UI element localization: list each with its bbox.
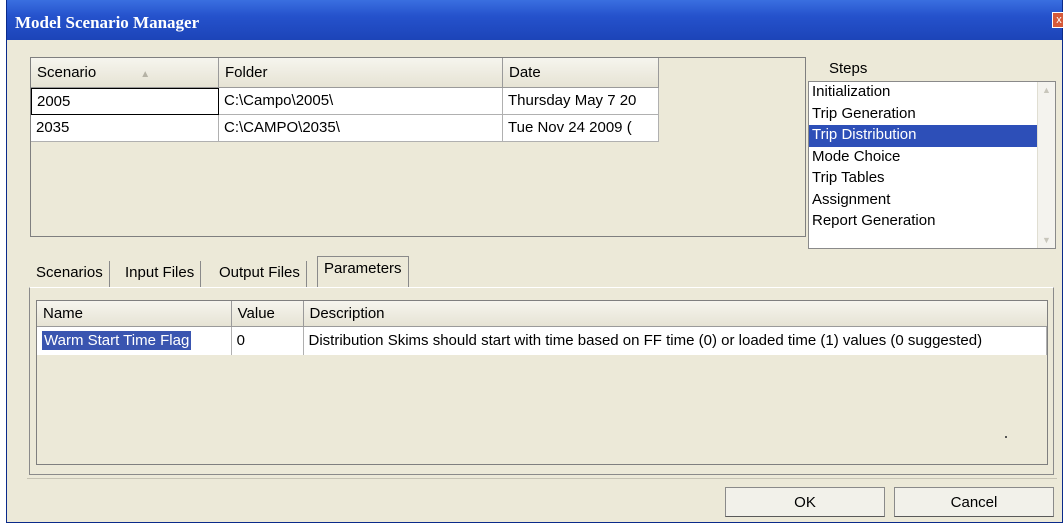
scenario-grid[interactable]: Scenario ▲ Folder Date 2005 C:\Campo\2005… — [30, 57, 806, 237]
title-bar[interactable]: Model Scenario Manager x — [7, 0, 1063, 40]
column-header-scenario[interactable]: Scenario ▲ — [31, 58, 219, 88]
tab-parameters[interactable]: Parameters — [317, 256, 409, 287]
parameter-name: Warm Start Time Flag — [42, 331, 192, 350]
close-icon[interactable]: x — [1052, 12, 1063, 28]
date-cell[interactable]: Thursday May 7 20 — [503, 88, 659, 115]
cancel-button[interactable]: Cancel — [894, 487, 1054, 517]
scenario-grid-body: 2005 C:\Campo\2005\ Thursday May 7 20 20… — [31, 88, 659, 142]
step-item-trip-generation[interactable]: Trip Generation — [809, 104, 1055, 126]
divider — [27, 478, 1057, 479]
parameter-name-cell[interactable]: Warm Start Time Flag — [37, 327, 232, 355]
step-item-report-generation[interactable]: Report Generation — [809, 211, 1055, 233]
sort-arrow-icon: ▲ — [140, 69, 151, 80]
column-header-date[interactable]: Date — [503, 58, 659, 88]
scenario-row[interactable]: 2035 C:\CAMPO\2035\ Tue Nov 24 2009 ( — [31, 115, 659, 142]
scenario-cell[interactable]: 2035 — [31, 115, 219, 142]
scroll-down-icon[interactable]: ▼ — [1042, 235, 1051, 245]
speck — [1005, 436, 1007, 438]
step-item-mode-choice[interactable]: Mode Choice — [809, 147, 1055, 169]
step-item-assignment[interactable]: Assignment — [809, 190, 1055, 212]
parameters-grid-header: Name Value Description — [37, 301, 1048, 327]
folder-cell[interactable]: C:\CAMPO\2035\ — [219, 115, 503, 142]
column-header-value[interactable]: Value — [231, 301, 304, 327]
scenario-grid-header: Scenario ▲ Folder Date — [31, 58, 659, 88]
step-item-initialization[interactable]: Initialization — [809, 82, 1055, 104]
folder-cell[interactable]: C:\Campo\2005\ — [219, 88, 503, 115]
date-cell[interactable]: Tue Nov 24 2009 ( — [503, 115, 659, 142]
column-header-description[interactable]: Description — [303, 301, 1048, 327]
ok-button[interactable]: OK — [725, 487, 885, 517]
step-item-trip-distribution[interactable]: Trip Distribution — [809, 125, 1055, 147]
column-header-folder[interactable]: Folder — [219, 58, 503, 88]
steps-label: Steps — [829, 60, 868, 77]
scenario-cell[interactable]: 2005 — [31, 88, 219, 115]
column-header-name[interactable]: Name — [37, 301, 232, 327]
tab-input-files[interactable]: Input Files — [119, 261, 202, 287]
window-title: Model Scenario Manager — [15, 13, 200, 32]
tab-scenarios[interactable]: Scenarios — [30, 261, 110, 287]
parameter-description-cell: Distribution Skims should start with tim… — [304, 327, 1048, 355]
scenario-row[interactable]: 2005 C:\Campo\2005\ Thursday May 7 20 — [31, 88, 659, 115]
tab-output-files[interactable]: Output Files — [213, 261, 307, 287]
parameters-grid[interactable]: Name Value Description Warm Start Time F… — [36, 300, 1048, 465]
steps-listbox[interactable]: Initialization Trip Generation Trip Dist… — [808, 81, 1056, 249]
parameter-row[interactable]: Warm Start Time Flag 0 Distribution Skim… — [37, 327, 1048, 355]
model-scenario-manager-window: Model Scenario Manager x Scenario ▲ Folde… — [6, 0, 1063, 523]
parameter-value-cell[interactable]: 0 — [232, 327, 304, 355]
scroll-up-icon[interactable]: ▲ — [1042, 85, 1051, 95]
steps-scrollbar[interactable]: ▲ ▼ — [1037, 82, 1055, 248]
step-item-trip-tables[interactable]: Trip Tables — [809, 168, 1055, 190]
